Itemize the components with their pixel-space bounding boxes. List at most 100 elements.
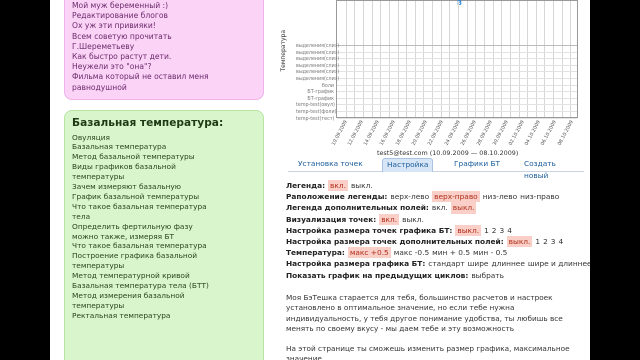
chart-gridline-horizontal [337,78,577,79]
setting-row-extra-fields: Легенда дополнительных полей: вкл. выкл. [286,202,586,214]
chart-x-tick-label: 06.10.2009 [540,120,559,147]
chart-x-tick-label: 26.09.2009 [460,120,478,147]
tab-bt-charts[interactable]: Графики БТ [450,158,504,172]
blog-link[interactable]: Фильма который не оставил меня [72,72,257,82]
chart-gridline-horizontal [337,91,577,93]
basal-temperature-link[interactable]: температуры [72,172,257,182]
setting-label: Настройка размера точек графика БТ: [286,225,453,235]
basal-temperature-panel: Базальная температура: Овуляция Базальная… [64,110,264,360]
setting-option[interactable]: вкл. [379,213,400,225]
setting-option[interactable]: выкл. [455,224,482,236]
settings-list: Легенда: вкл. выкл. Раположение легенды: вер… [286,180,590,281]
basal-temperature-link[interactable]: Определить фертильную фазу [72,222,257,232]
setting-option[interactable]: макс -0.5 [394,247,429,258]
basal-temperature-link[interactable]: Что такое базальная температура [72,202,257,212]
setting-option[interactable]: 3 [551,236,556,247]
setting-label: Настройка размера графика БТ: [286,259,426,269]
chart-x-ticks: 10.09.2009 12.09.2009 14.09.2009 16.09.2009… [331,118,578,147]
basal-temperature-link[interactable]: температуры [72,261,257,271]
setting-option[interactable]: 4 [559,236,564,247]
setting-option[interactable]: вкл. [328,180,348,192]
setting-option[interactable]: шире и длиннее [528,258,590,269]
blog-link[interactable]: Неужели это "она"? [72,62,257,72]
setting-option[interactable]: шире [468,258,489,269]
basal-temperature-link[interactable]: Построение графика базальной [72,251,257,261]
basal-temperature-link[interactable]: можно также, измеряя БТ [72,232,257,242]
setting-option[interactable]: мин + 0.5 [432,247,470,258]
setting-option[interactable]: выкл. [351,180,373,191]
basal-temperature-link[interactable]: Метод базальной температуры [72,152,257,162]
chart-x-tick-label: 02.10.2009 [508,120,526,147]
setting-option[interactable]: длиннее [491,258,524,269]
basal-temperature-link[interactable]: Овуляция [72,133,257,143]
basal-temperature-link[interactable]: Ректальная температура [72,311,257,321]
chart-row-label: БТ-график [307,90,334,96]
chart-x-tick-label: 04.10.2009 [524,120,543,147]
chart-gridline-horizontal [337,84,577,86]
chart-gridline-horizontal [337,104,577,106]
blog-link[interactable]: Редактирование блогов [72,11,257,21]
settings-tabs: Установка точек Настройка Графики БТ Соз… [288,158,584,180]
setting-option[interactable]: 4 [507,225,512,236]
chart-x-tick-label: 18.09.2009 [395,120,413,147]
blog-link[interactable]: Мой муж беременный :) [72,1,257,11]
chart-row-label: выделения(слиз) [296,57,340,63]
basal-temperature-link[interactable]: Базальная температура тела (БТТ) [72,281,257,291]
basal-temperature-link[interactable]: Что такое базальная температура [72,241,257,251]
setting-option[interactable]: вкл. [432,202,448,213]
blog-link[interactable]: Г.Шереметьеву [72,42,257,52]
setting-option[interactable]: 1 [484,225,489,236]
blog-link[interactable]: равнодушной [72,83,257,93]
chart-row-label: temp-test(тест) [296,116,335,122]
chart-row-label: temp-test(овул) [296,103,335,109]
intro-paragraph: Моя БэТешка старается для тебя, большинс… [286,293,563,333]
setting-option[interactable]: выкл. [506,235,533,248]
blog-links-panel: Мой муж беременный :) Редактирование блог… [64,0,264,100]
setting-row-temperature: Температура: макс +0.5 макс -0.5 мин + 0.5 м… [286,247,586,259]
chart-x-tick-label: 08.10.2009 [557,120,575,147]
setting-option[interactable]: выкл. [402,214,424,225]
setting-option[interactable]: стандарт [428,258,464,269]
chart-gridline-horizontal [337,45,577,46]
chart-x-tick-label: 12.09.2009 [347,120,365,147]
basal-temperature-link[interactable]: температуры [72,301,257,311]
basal-temperature-link[interactable]: тела [72,212,257,222]
setting-option[interactable]: 2 [492,225,497,236]
setting-option[interactable]: 1 [535,236,540,247]
setting-option[interactable]: 3 [499,225,504,236]
setting-option[interactable]: выкл. [450,202,477,214]
chart-x-tick-label: 16.09.2009 [379,120,397,147]
choose-cycles-link[interactable]: выбрать [471,271,504,280]
setting-option[interactable]: низ-лево [483,191,517,202]
setting-label: Настройка размера точек дополнительных п… [286,236,504,246]
basal-temperature-link[interactable]: Метод температурной кривой [72,271,257,281]
basal-temperature-link[interactable]: Базальная температура [72,142,257,152]
blog-link[interactable]: Всем советую прочитать [72,32,257,42]
blog-link[interactable]: Как быстро растут дети. [72,52,257,62]
tab-set-points[interactable]: Установка точек [294,158,367,172]
tab-create-new[interactable]: Создать новый [520,158,584,180]
setting-option[interactable]: мин - 0.5 [473,247,507,258]
chart-plot-area: 8 [336,0,578,119]
setting-option[interactable]: низ-право [520,191,559,202]
basal-temperature-link[interactable]: График базальной температуры [72,192,257,202]
chart-gridline-horizontal [337,58,577,60]
setting-option[interactable]: 2 [543,236,548,247]
basal-temperature-link[interactable]: Виды графиков базальной [72,162,257,172]
bbt-chart: Температура 8 выделения(слиз) выделения(с… [280,0,580,150]
setting-row-prev-cycles: Показать график на предыдущих циклов: выб… [286,270,586,281]
second-paragraph: На этой странице ты сможешь изменить раз… [286,344,570,360]
setting-option[interactable]: верх-лево [390,191,429,202]
chart-x-tick-label: 22.09.2009 [427,120,446,147]
setting-label: Показать график на предыдущих циклов: [286,270,469,280]
tab-settings[interactable]: Настройка [382,158,434,172]
blog-link[interactable]: Ох уж эти привияки! [72,21,257,31]
chart-row-label: выделения(слиз) [296,76,340,82]
basal-temperature-link[interactable]: Метод измерения базальной [72,291,257,301]
basal-temperature-link[interactable]: Зачем измеряют базальную [72,182,257,192]
chart-y-axis-label: Температура [280,30,287,72]
setting-option[interactable]: верх-право [432,191,480,203]
chart-x-tick-label: 24.09.2009 [444,120,462,147]
setting-option[interactable]: макс +0.5 [347,247,391,259]
browser-page: Мой муж беременный :) Редактирование блог… [50,0,590,360]
